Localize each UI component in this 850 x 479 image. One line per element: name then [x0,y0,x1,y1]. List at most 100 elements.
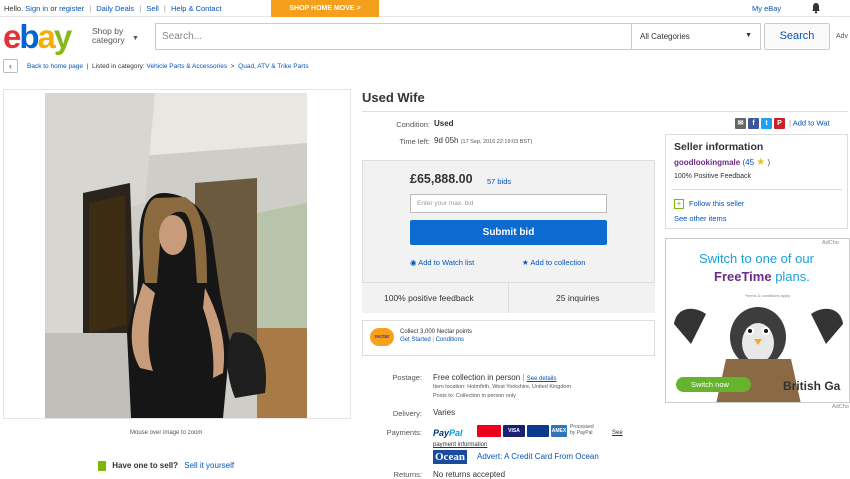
item-title: Used Wife [362,90,425,105]
zoom-hint: Mouse over image to zoom [130,430,203,436]
separator: | [84,63,91,70]
top-nav-links: Hello. Sign in or register | Daily Deals… [4,4,221,13]
seller-name-row: goodlookingmale (45 ★ ) [674,157,770,168]
logo-letter-e: e [3,18,21,55]
follow-seller-button[interactable]: + Follow this seller [674,199,744,210]
by-paypal-line: by PayPal [570,430,593,436]
postage-label: Postage: [392,373,422,382]
hello-text: Hello. [4,4,24,13]
sign-in-link[interactable]: Sign in [25,4,48,13]
get-started-link[interactable]: Get Started [400,337,431,343]
category-label: category [92,35,125,45]
separator: | [139,4,142,13]
postage-value: Free collection in person | See details [433,373,556,382]
help-contact-link[interactable]: Help & Contact [171,4,221,13]
max-bid-input[interactable]: Enter your max. bid [410,194,607,213]
or-text: or [50,4,57,13]
separator: | [163,4,166,13]
search-button[interactable]: Search [764,23,830,50]
mastercard-icon [477,425,501,437]
nectar-logo: nectar [370,328,394,346]
switch-now-button[interactable]: Switch now [676,377,751,392]
category-select[interactable]: All Categories ▼ [632,23,761,50]
delivery-label: Delivery: [392,409,422,418]
add-to-collection-button[interactable]: ★ Add to collection [522,258,585,267]
add-to-watch-link[interactable]: Add to Wat [793,118,830,127]
breadcrumb-arrow: > [228,63,237,70]
maestro-icon [527,425,549,437]
ebay-logo[interactable]: ebay [3,18,72,58]
ocean-logo[interactable]: Ocean [433,450,467,464]
listed-in-label: Listed in category: [91,63,145,70]
payment-information-link[interactable]: payment information [433,442,487,448]
star-icon: ★ [756,157,766,168]
star-icon: ★ [522,258,529,267]
submit-bid-button[interactable]: Submit bid [410,220,607,245]
breadcrumb: ‹ Back to home page | Listed in category… [3,58,848,76]
feedback-score[interactable]: (45 [742,158,754,167]
seller-info-heading: Seller information [674,141,764,153]
breadcrumb-text: Back to home page | Listed in category: … [27,63,308,70]
back-home-link[interactable]: Back to home page [27,63,83,70]
postage-text: Free collection in person [433,373,521,382]
item-location: Item location: Holmfirth, West Yorkshire… [433,384,572,390]
breadcrumb-category-quad[interactable]: Quad, ATV & Trike Parts [238,63,308,70]
time-left-value: 9d 05h [434,136,459,145]
register-link[interactable]: register [59,4,84,13]
twitter-icon[interactable]: t [761,118,772,129]
positive-feedback-stat: 100% positive feedback [384,293,474,303]
logo-letter-y: y [53,18,72,55]
end-date: (17 Sep, 2016 22:19:03 BST) [460,139,533,145]
ad-headline: Switch to one of our [699,251,814,266]
logo-letter-b: b [19,18,39,55]
my-ebay-link[interactable]: My eBay [752,4,781,13]
condition-value: Used [434,119,454,128]
add-collection-label: Add to collection [530,258,586,267]
current-price: £65,888.00 [410,172,473,186]
item-photo[interactable] [45,93,307,418]
advanced-search-link[interactable]: Adv [836,33,848,40]
separator: | [789,118,792,128]
amex-icon: AMEX [551,425,567,437]
sell-link[interactable]: Sell [146,4,159,13]
add-to-watchlist-button[interactable]: ◉ Add to Watch list [410,258,474,267]
category-select-value: All Categories [640,32,690,41]
british-gas-brand: British Ga [783,379,841,393]
shopping-bag-icon [98,461,106,471]
shop-by-category-button[interactable]: Shop by category [92,27,125,45]
shop-home-move-banner[interactable]: SHOP HOME MOVE > [271,0,379,17]
seller-name-link[interactable]: goodlookingmale [674,158,740,167]
ocean-advert-link[interactable]: Advert: A Credit Card From Ocean [477,452,599,461]
conditions-link[interactable]: Conditions [436,337,464,343]
back-arrow-icon[interactable]: ‹ [3,59,18,73]
divider [672,189,842,190]
pinterest-icon[interactable]: P [774,118,785,129]
breadcrumb-category-vehicle[interactable]: Vehicle Parts & Accessories [147,63,228,70]
daily-deals-link[interactable]: Daily Deals [96,4,134,13]
chevron-down-icon: ▼ [745,32,752,39]
posts-to: Posts to: Collection in person only [433,393,516,399]
ad-freetime: FreeTime [714,269,772,284]
bid-count-link[interactable]: 57 bids [487,177,511,186]
facebook-icon[interactable]: f [748,118,759,129]
chevron-down-icon: ▼ [132,35,139,42]
adchoices-label[interactable]: AdCho [822,240,839,246]
bell-icon[interactable] [810,2,822,14]
separator: | [89,4,92,13]
adchoices-label[interactable]: AdCho [832,404,849,410]
email-icon[interactable]: ✉ [735,118,746,129]
sell-it-yourself-link[interactable]: Sell it yourself [184,461,234,470]
separator: | [522,373,525,382]
delivery-value: Varies [433,408,456,417]
see-details-link[interactable]: See details [527,376,557,382]
separator: | [432,337,434,343]
payments-label: Payments: [386,428,422,437]
divider [362,111,848,112]
add-watchlist-label: Add to Watch list [418,258,475,267]
share-bar: ✉ f t P | Add to Wat [735,118,830,130]
see-other-items-link[interactable]: See other items [674,214,727,223]
see-link[interactable]: See [612,430,623,436]
have-one-text: Have one to sell? [112,461,179,471]
plus-icon: + [674,199,684,210]
search-input[interactable]: Search... [155,23,632,50]
